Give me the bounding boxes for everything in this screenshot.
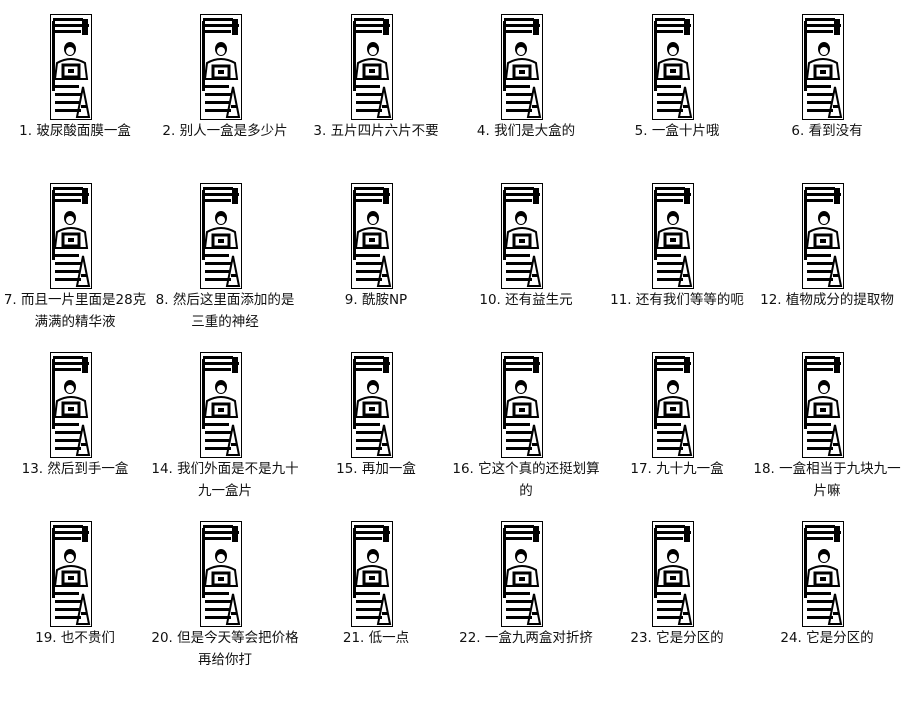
frame-caption: 17. 九十九一盒 <box>630 461 724 477</box>
frame-thumbnail <box>50 352 92 458</box>
frame-cell: 23. 它是分区的 <box>602 521 752 681</box>
frame-thumbnail <box>501 183 543 289</box>
frame-caption: 10. 还有益生元 <box>479 292 573 308</box>
frame-cell: 7. 而且一片里面是28克满满的精华液 <box>0 183 150 343</box>
frame-cell: 13. 然后到手一盒 <box>0 352 150 512</box>
frame-caption: 12. 植物成分的提取物 <box>760 292 894 308</box>
frame-cell: 4. 我们是大盒的 <box>451 14 601 174</box>
frame-cell: 2. 别人一盒是多少片 <box>150 14 300 174</box>
frame-caption: 13. 然后到手一盒 <box>21 461 129 477</box>
frame-thumbnail <box>351 183 393 289</box>
frame-thumbnail <box>802 521 844 627</box>
frame-caption: 11. 还有我们等等的呃 <box>610 292 744 308</box>
frame-caption: 9. 酰胺NP <box>344 292 408 308</box>
frame-cell: 17. 九十九一盒 <box>602 352 752 512</box>
frame-thumbnail <box>652 14 694 120</box>
frame-caption: 24. 它是分区的 <box>780 630 874 646</box>
frame-thumbnail <box>200 14 242 120</box>
frame-caption: 16. 它这个真的还挺划算的 <box>452 461 600 499</box>
frame-cell: 19. 也不贵们 <box>0 521 150 681</box>
frame-cell: 22. 一盒九两盒对折挤 <box>451 521 601 681</box>
frame-caption: 14. 我们外面是不是九十九一盒片 <box>151 461 299 499</box>
frame-thumbnail <box>802 183 844 289</box>
frame-cell: 10. 还有益生元 <box>451 183 601 343</box>
frame-caption: 18. 一盒相当于九块九一片嘛 <box>753 461 901 499</box>
frame-cell: 11. 还有我们等等的呃 <box>602 183 752 343</box>
frame-cell: 20. 但是今天等会把价格再给你打 <box>150 521 300 681</box>
frame-cell: 15. 再加一盒 <box>301 352 451 512</box>
frame-thumbnail <box>501 14 543 120</box>
frame-thumbnail <box>50 14 92 120</box>
frame-caption: 22. 一盒九两盒对折挤 <box>459 630 593 646</box>
frame-cell: 5. 一盒十片哦 <box>602 14 752 174</box>
frame-thumbnail <box>200 183 242 289</box>
frame-grid: 1. 玻尿酸面膜一盒 2. 别人一盒是多少片 3. 五片四片六片不要 4. 我们是大盒… <box>0 0 904 705</box>
frame-cell: 21. 低一点 <box>301 521 451 681</box>
frame-thumbnail <box>50 183 92 289</box>
frame-cell: 18. 一盒相当于九块九一片嘛 <box>752 352 902 512</box>
frame-thumbnail <box>652 183 694 289</box>
frame-caption: 6. 看到没有 <box>791 123 863 139</box>
frame-cell: 12. 植物成分的提取物 <box>752 183 902 343</box>
frame-cell: 3. 五片四片六片不要 <box>301 14 451 174</box>
frame-caption: 8. 然后这里面添加的是三重的神经 <box>155 292 295 330</box>
frame-cell: 16. 它这个真的还挺划算的 <box>451 352 601 512</box>
frame-cell: 8. 然后这里面添加的是三重的神经 <box>150 183 300 343</box>
frame-caption: 19. 也不贵们 <box>35 630 115 646</box>
frame-thumbnail <box>351 14 393 120</box>
frame-cell: 6. 看到没有 <box>752 14 902 174</box>
frame-caption: 2. 别人一盒是多少片 <box>162 123 288 139</box>
frame-thumbnail <box>351 521 393 627</box>
frame-thumbnail <box>802 352 844 458</box>
frame-thumbnail <box>501 521 543 627</box>
frame-caption: 5. 一盒十片哦 <box>634 123 720 139</box>
frame-thumbnail <box>200 352 242 458</box>
frame-caption: 4. 我们是大盒的 <box>476 123 576 139</box>
frame-caption: 23. 它是分区的 <box>630 630 724 646</box>
frame-thumbnail <box>802 14 844 120</box>
frame-thumbnail <box>351 352 393 458</box>
frame-cell: 14. 我们外面是不是九十九一盒片 <box>150 352 300 512</box>
frame-cell: 1. 玻尿酸面膜一盒 <box>0 14 150 174</box>
frame-thumbnail <box>652 521 694 627</box>
frame-thumbnail <box>50 521 92 627</box>
frame-thumbnail <box>501 352 543 458</box>
frame-caption: 20. 但是今天等会把价格再给你打 <box>151 630 299 668</box>
frame-cell: 24. 它是分区的 <box>752 521 902 681</box>
frame-thumbnail <box>652 352 694 458</box>
frame-caption: 15. 再加一盒 <box>336 461 416 477</box>
frame-caption: 3. 五片四片六片不要 <box>313 123 439 139</box>
frame-cell: 9. 酰胺NP <box>301 183 451 343</box>
frame-caption: 21. 低一点 <box>342 630 410 646</box>
frame-thumbnail <box>200 521 242 627</box>
frame-caption: 1. 玻尿酸面膜一盒 <box>19 123 131 139</box>
frame-caption: 7. 而且一片里面是28克满满的精华液 <box>3 292 147 330</box>
